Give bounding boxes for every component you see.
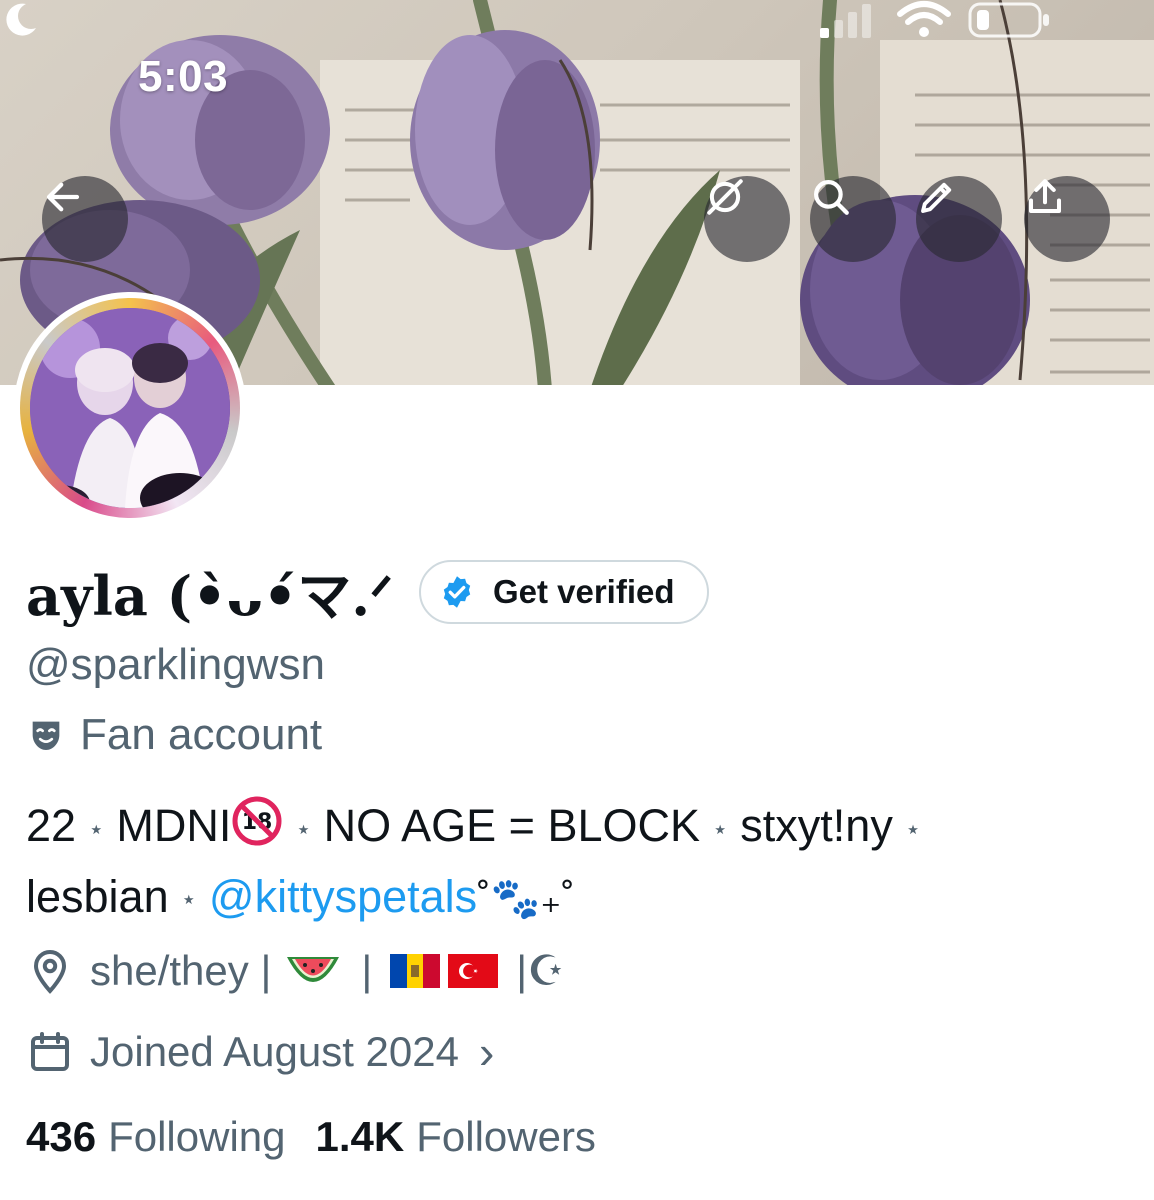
bio-separator: ⋆ <box>904 813 922 844</box>
profile-stats: 436 Following 1.4K Followers <box>26 1113 596 1161</box>
chevron-right-icon: › <box>478 1026 495 1078</box>
profile-name-row: ayla (•̀ᴗ•́マ.ᐟ Get verified <box>26 552 709 631</box>
following-label: Following <box>108 1113 286 1160</box>
cellular-signal-icon <box>820 4 871 38</box>
battery-icon <box>968 2 1049 38</box>
no-under-18-icon: 18 <box>232 796 282 846</box>
edit-button[interactable] <box>916 176 1002 262</box>
followers-count: 1.4K <box>315 1113 405 1160</box>
location-pin-icon <box>33 949 67 994</box>
joined-label: Joined August 2024 <box>90 1028 459 1075</box>
bio-orientation: lesbian <box>26 870 169 922</box>
avatar-image <box>30 308 230 508</box>
bio-separator: ⋆ <box>180 884 197 915</box>
hide-icon <box>707 179 743 215</box>
display-name: ayla (•̀ᴗ•́マ.ᐟ <box>26 564 393 628</box>
get-verified-label: Get verified <box>492 572 675 610</box>
get-verified-button[interactable]: Get verified <box>418 559 709 624</box>
bio-separator: ⋆ <box>712 813 729 844</box>
do-not-disturb-moon-icon <box>6 3 36 36</box>
bio-mention-link[interactable]: @kittyspetals <box>209 871 477 922</box>
back-button[interactable] <box>42 176 128 262</box>
bio-rule: NO AGE = BLOCK <box>323 800 701 851</box>
calendar-icon <box>31 1032 69 1071</box>
avatar-glitter-ring <box>20 298 240 518</box>
profile-joined-date[interactable]: Joined August 2024 › <box>26 1025 494 1079</box>
share-button[interactable] <box>1024 176 1110 262</box>
category-label: Fan account <box>80 710 323 759</box>
moldova-flag-icon <box>390 953 441 988</box>
following-link[interactable]: 436 Following <box>26 1113 286 1161</box>
location-crescent: |☪ <box>516 947 565 994</box>
arrow-left-icon <box>46 182 80 212</box>
followers-label: Followers <box>416 1113 596 1160</box>
search-icon <box>814 180 849 215</box>
wifi-icon <box>897 1 951 37</box>
turkey-flag-icon <box>448 953 499 988</box>
bio-decoration: ˚🐾₊˚ <box>477 876 575 921</box>
profile-avatar[interactable] <box>14 292 246 524</box>
bio-stan: stxyt!ny <box>740 800 893 851</box>
location-separator: | <box>361 946 373 994</box>
bio-separator: ⋆ <box>295 813 312 844</box>
bio-mdni: MDNI <box>116 800 232 851</box>
watermelon-icon <box>287 956 340 982</box>
bio-separator: ⋆ <box>88 813 105 844</box>
bio-age: 22 <box>26 800 77 851</box>
location-pronouns: she/they | <box>90 946 272 994</box>
hide-button[interactable] <box>704 176 790 262</box>
share-icon <box>1028 179 1062 214</box>
profile-location: she/they | | |☪ <box>26 946 565 995</box>
verified-badge-icon <box>443 575 471 608</box>
theater-mask-icon <box>32 721 60 750</box>
status-time: 5:03 <box>138 52 229 101</box>
profile-category: Fan account <box>26 710 322 760</box>
profile-bio: 22 ⋆ MDNI18 ⋆ NO AGE = BLOCK ⋆ stxyt!ny ⋆ lesbia… <box>26 792 1126 933</box>
following-count: 436 <box>26 1113 97 1160</box>
followers-link[interactable]: 1.4K Followers <box>316 1113 596 1161</box>
user-handle: @sparklingwsn <box>26 640 325 689</box>
search-button[interactable] <box>810 176 896 262</box>
edit-pencil-icon <box>921 182 952 213</box>
